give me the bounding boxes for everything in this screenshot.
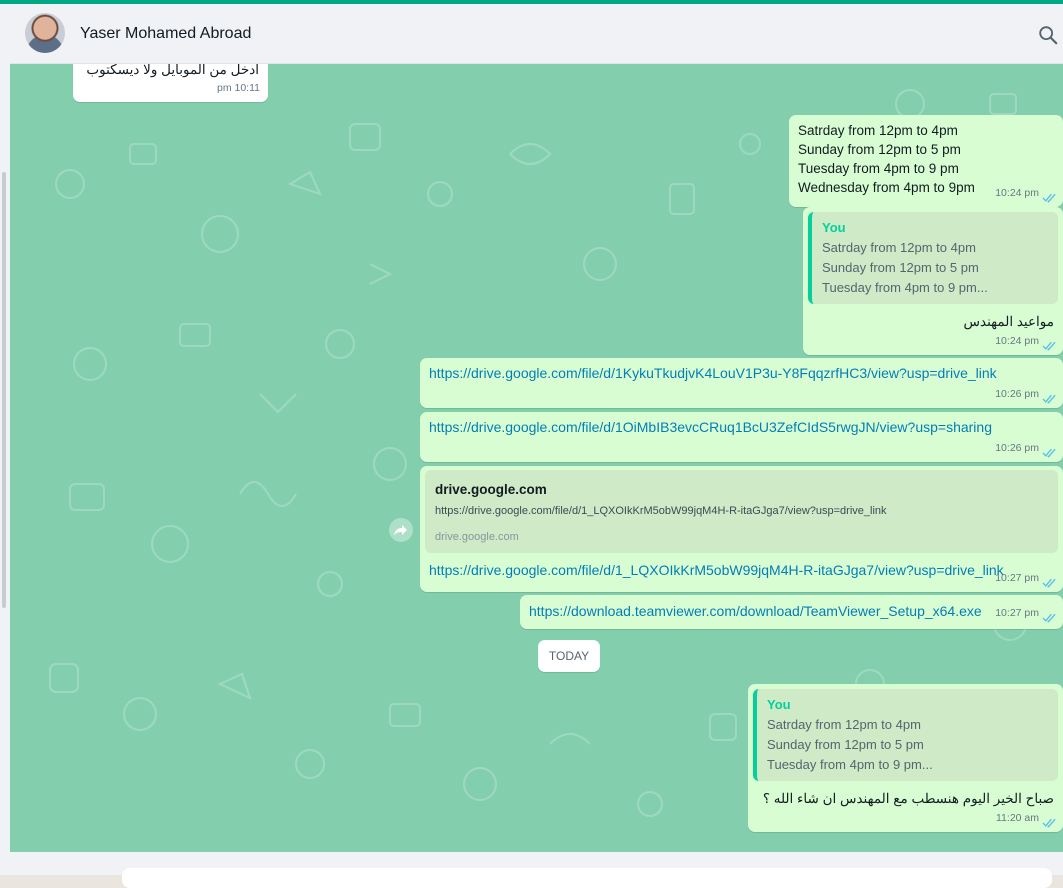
double-check-icon	[1042, 818, 1056, 828]
message-text: ادخل من الموبايل ولا ديسكتوب	[86, 64, 259, 77]
outgoing-link-message[interactable]: https://drive.google.com/file/d/1OiMbIB3…	[420, 412, 1063, 462]
message-link[interactable]: https://drive.google.com/file/d/1_LQXOIk…	[429, 562, 1004, 578]
quote-author: You	[822, 220, 846, 235]
link-preview[interactable]: drive.google.com https://drive.google.co…	[425, 470, 1058, 553]
message-input[interactable]	[122, 868, 1052, 888]
message-time: 10:27 pm	[995, 572, 1039, 584]
forward-button[interactable]	[389, 518, 413, 542]
message-time: 11:20 am	[996, 812, 1039, 824]
quoted-message[interactable]: You Satrday from 12pm to 4pm Sunday from…	[808, 212, 1058, 304]
chat-list-scrollbar[interactable]	[2, 172, 6, 608]
composer-bar	[10, 852, 1063, 888]
double-check-icon	[1042, 578, 1056, 588]
forward-icon	[394, 525, 407, 535]
chat-list-edge	[0, 4, 10, 875]
message-time: 10:26 pm	[995, 442, 1039, 454]
outgoing-reply-message[interactable]: You Satrday from 12pm to 4pm Sunday from…	[803, 207, 1063, 355]
double-check-icon	[1042, 448, 1056, 458]
double-check-icon	[1042, 193, 1056, 203]
message-text: صباح الخير اليوم هنسطب مع المهندس ان شاء…	[762, 791, 1054, 806]
double-check-icon	[1042, 394, 1056, 404]
double-check-icon	[1042, 341, 1056, 351]
quoted-message[interactable]: You Satrday from 12pm to 4pm Sunday from…	[753, 689, 1058, 781]
outgoing-link-message[interactable]: https://download.teamviewer.com/download…	[520, 595, 1063, 629]
message-line: Tuesday from 4pm to 9 pm	[798, 161, 959, 176]
outgoing-link-message[interactable]: https://drive.google.com/file/d/1KykuTku…	[420, 358, 1063, 408]
avatar[interactable]	[25, 13, 65, 53]
outgoing-link-preview-message[interactable]: drive.google.com https://drive.google.co…	[420, 466, 1063, 592]
outgoing-reply-message[interactable]: You Satrday from 12pm to 4pm Sunday from…	[748, 684, 1063, 832]
conversation-header[interactable]: Yaser Mohamed Abroad	[10, 4, 1063, 64]
quote-line: Tuesday from 4pm to 9 pm...	[822, 280, 988, 295]
message-time: 10:26 pm	[995, 388, 1039, 400]
quote-author: You	[767, 697, 791, 712]
message-link[interactable]: https://drive.google.com/file/d/1KykuTku…	[429, 365, 997, 381]
chat-area[interactable]: ادخل من الموبايل ولا ديسكتوب 10:11 pm Sa…	[10, 64, 1063, 852]
quote-line: Sunday from 12pm to 5 pm	[822, 260, 979, 275]
link-preview-title: drive.google.com	[435, 482, 547, 497]
quote-line: Satrday from 12pm to 4pm	[822, 240, 976, 255]
contact-name[interactable]: Yaser Mohamed Abroad	[80, 25, 251, 43]
quote-line: Sunday from 12pm to 5 pm	[767, 737, 924, 752]
message-line: Sunday from 12pm to 5 pm	[798, 142, 961, 157]
message-time: 10:27 pm	[995, 607, 1039, 619]
incoming-message[interactable]: ادخل من الموبايل ولا ديسكتوب 10:11 pm	[73, 64, 268, 102]
quote-line: Satrday from 12pm to 4pm	[767, 717, 921, 732]
link-preview-domain: drive.google.com	[435, 531, 519, 543]
message-link[interactable]: https://drive.google.com/file/d/1OiMbIB3…	[429, 419, 992, 435]
quote-line: Tuesday from 4pm to 9 pm...	[767, 757, 933, 772]
message-text: مواعيد المهندس	[963, 314, 1054, 329]
search-icon[interactable]	[1037, 24, 1059, 46]
outgoing-message[interactable]: Satrday from 12pm to 4pm Sunday from 12p…	[789, 115, 1063, 207]
message-time: 10:11 pm	[216, 82, 260, 94]
message-line: Satrday from 12pm to 4pm	[798, 123, 958, 138]
link-preview-url: https://drive.google.com/file/d/1_LQXOIk…	[435, 505, 887, 517]
date-divider: TODAY	[538, 640, 600, 672]
double-check-icon	[1042, 613, 1056, 623]
message-link[interactable]: https://download.teamviewer.com/download…	[529, 603, 982, 619]
message-time: 10:24 pm	[995, 335, 1039, 347]
message-time: 10:24 pm	[995, 187, 1039, 199]
